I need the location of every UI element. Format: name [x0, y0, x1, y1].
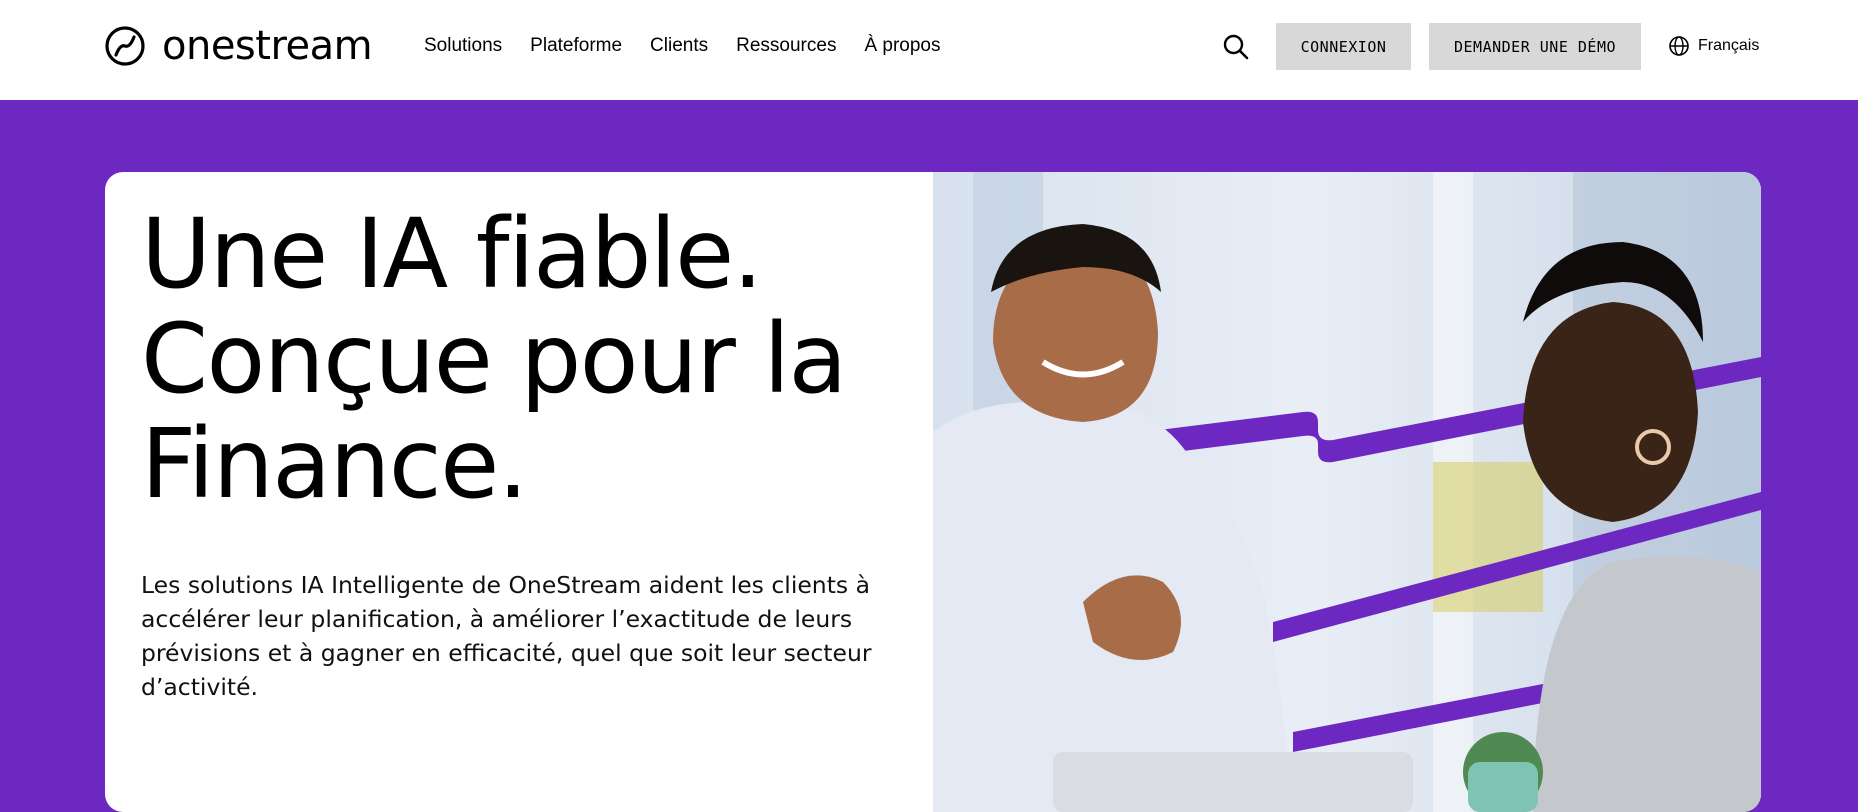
globe-icon	[1669, 36, 1689, 56]
hero-description: Les solutions IA Intelligente de OneStre…	[141, 571, 872, 701]
brand-name: onestream	[162, 23, 373, 69]
headline-line-3: Finance.	[141, 408, 528, 520]
onestream-logo-icon	[105, 26, 145, 66]
request-demo-button[interactable]: DEMANDER UNE DÉMO	[1429, 23, 1641, 70]
headline-line-1: Une IA fiable.	[141, 198, 763, 310]
main-nav: Solutions Plateforme Clients Ressources …	[424, 34, 969, 58]
brand-logo[interactable]: onestream	[104, 23, 373, 69]
nav-item-clients[interactable]: Clients	[650, 34, 708, 58]
hero-card: Une IA fiable. Conçue pour la Finance. L…	[105, 172, 1761, 812]
nav-item-a-propos[interactable]: À propos	[864, 34, 940, 58]
language-label: Français	[1698, 37, 1760, 54]
language-selector[interactable]: Français	[1668, 34, 1759, 58]
nav-item-ressources[interactable]: Ressources	[736, 34, 836, 58]
login-button[interactable]: CONNEXION	[1276, 23, 1411, 70]
nav-item-plateforme[interactable]: Plateforme	[530, 34, 622, 58]
nav-item-solutions[interactable]: Solutions	[424, 34, 502, 58]
hero-headline: Une IA fiable. Conçue pour la Finance.	[141, 202, 921, 517]
headline-line-2: Conçue pour la	[141, 303, 847, 415]
search-icon[interactable]	[1222, 33, 1250, 61]
site-header: onestream Solutions Plateforme Clients R…	[0, 0, 1858, 100]
hero-photo	[933, 172, 1761, 812]
